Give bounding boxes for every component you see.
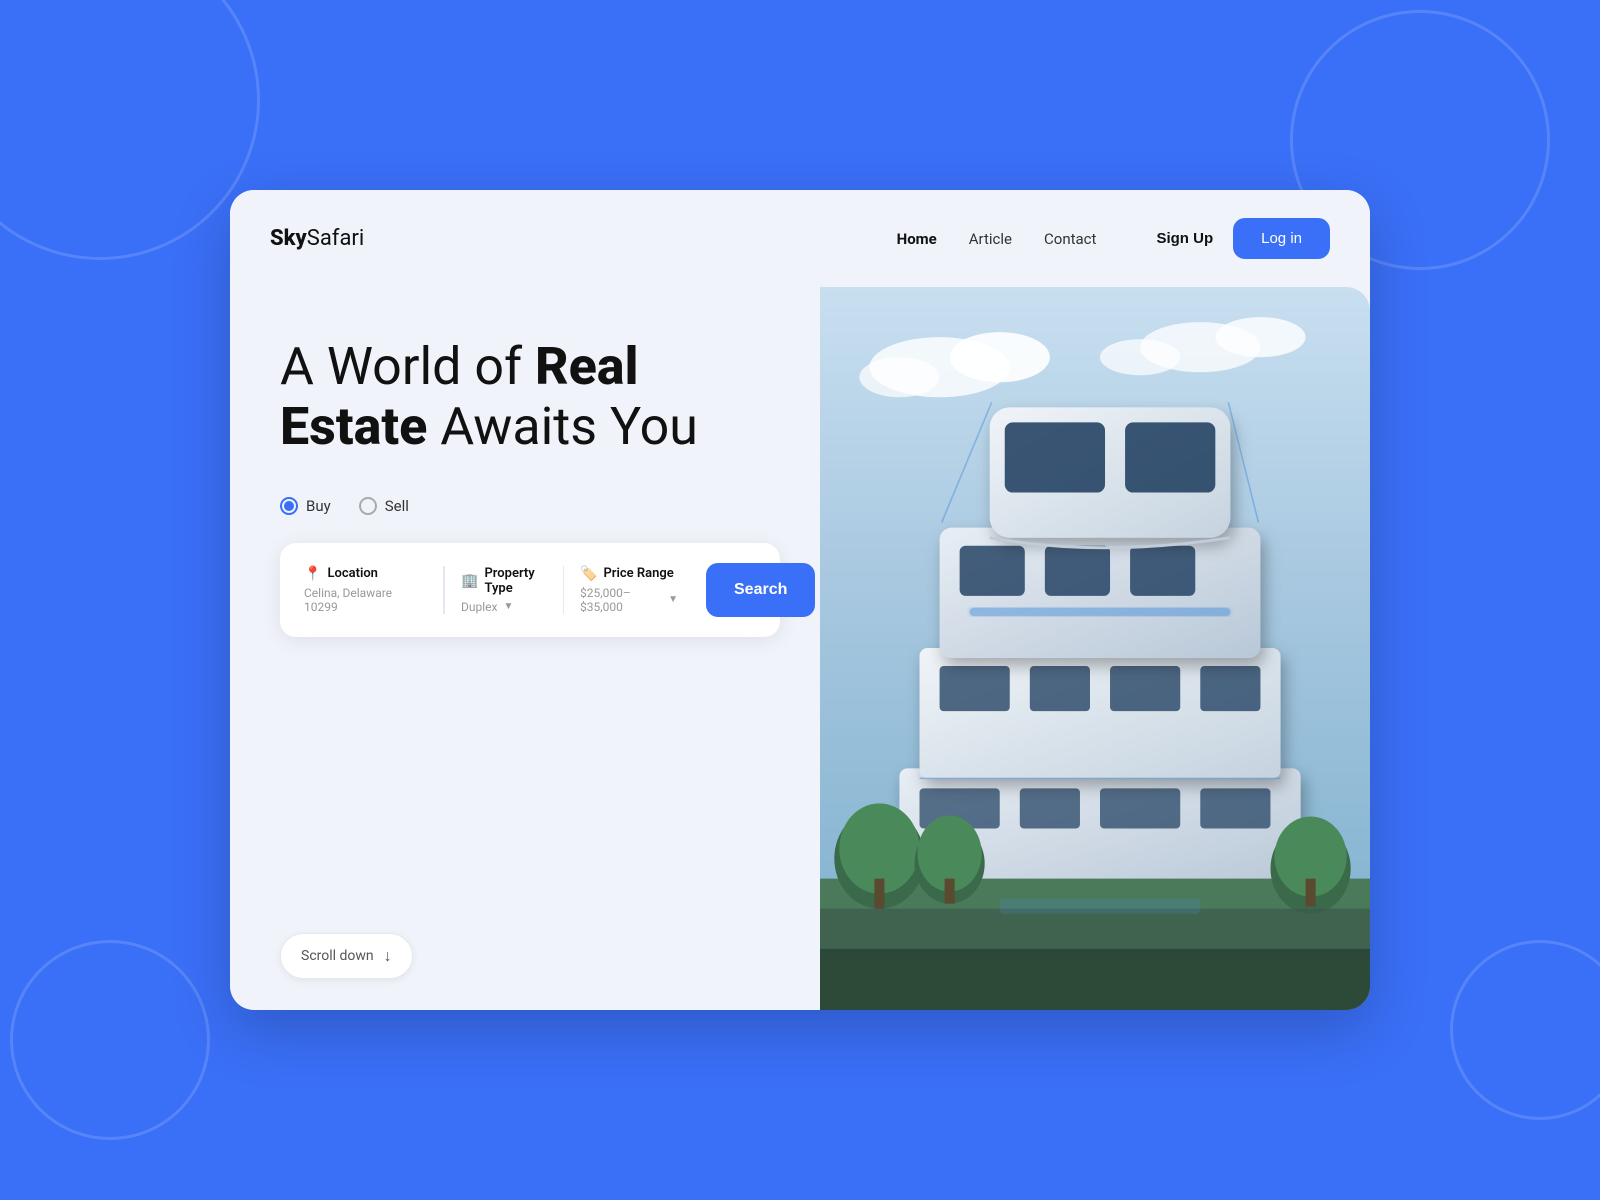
scroll-down-button[interactable]: Scroll down ↓ xyxy=(280,933,413,979)
login-button[interactable]: Log in xyxy=(1233,218,1330,259)
property-label: 🏢 Property Type xyxy=(461,566,547,596)
building-icon: 🏢 xyxy=(461,573,478,589)
price-value[interactable]: $25,000–$35,000 ▼ xyxy=(580,586,678,614)
nav-actions: Sign Up Log in xyxy=(1156,218,1330,259)
hero-title: A World of RealEstate Awaits You xyxy=(280,337,780,457)
main-content: A World of RealEstate Awaits You Buy Sel… xyxy=(230,287,1370,1010)
property-type-field: 🏢 Property Type Duplex ▼ xyxy=(444,566,564,614)
price-label: 🏷️ Price Range xyxy=(580,566,678,582)
signup-button[interactable]: Sign Up xyxy=(1156,230,1213,247)
price-icon: 🏷️ xyxy=(580,566,597,582)
logo-regular: Safari xyxy=(307,226,364,251)
navbar: SkySafari Home Article Contact Sign Up L… xyxy=(230,190,1370,287)
radio-sell-circle xyxy=(359,497,377,515)
nav-home[interactable]: Home xyxy=(897,230,937,248)
location-label: 📍 Location xyxy=(304,566,427,582)
price-dropdown-icon: ▼ xyxy=(668,594,678,605)
location-value[interactable]: Celina, Delaware 10299 xyxy=(304,586,427,614)
radio-buy[interactable]: Buy xyxy=(280,497,331,515)
location-field: 📍 Location Celina, Delaware 10299 xyxy=(304,566,444,614)
radio-sell-label: Sell xyxy=(385,497,409,515)
search-button[interactable]: Search xyxy=(706,563,815,617)
radio-sell[interactable]: Sell xyxy=(359,497,409,515)
property-value[interactable]: Duplex ▼ xyxy=(461,600,547,614)
radio-group: Buy Sell xyxy=(280,497,780,515)
radio-buy-circle xyxy=(280,497,298,515)
search-bar: 📍 Location Celina, Delaware 10299 🏢 Prop… xyxy=(280,543,780,637)
hero-image-panel xyxy=(820,287,1370,1010)
nav-contact[interactable]: Contact xyxy=(1044,230,1096,248)
arrow-down-icon: ↓ xyxy=(384,946,392,966)
location-icon: 📍 xyxy=(304,566,321,582)
main-card: SkySafari Home Article Contact Sign Up L… xyxy=(230,190,1370,1010)
logo: SkySafari xyxy=(270,226,364,251)
left-panel: A World of RealEstate Awaits You Buy Sel… xyxy=(230,287,820,1010)
property-dropdown-icon: ▼ xyxy=(503,601,513,612)
nav-article[interactable]: Article xyxy=(969,230,1012,248)
price-range-field: 🏷️ Price Range $25,000–$35,000 ▼ xyxy=(564,566,694,614)
nav-links: Home Article Contact xyxy=(897,230,1097,248)
radio-buy-label: Buy xyxy=(306,497,331,515)
scroll-down-label: Scroll down xyxy=(301,948,374,964)
logo-bold: Sky xyxy=(270,226,307,251)
